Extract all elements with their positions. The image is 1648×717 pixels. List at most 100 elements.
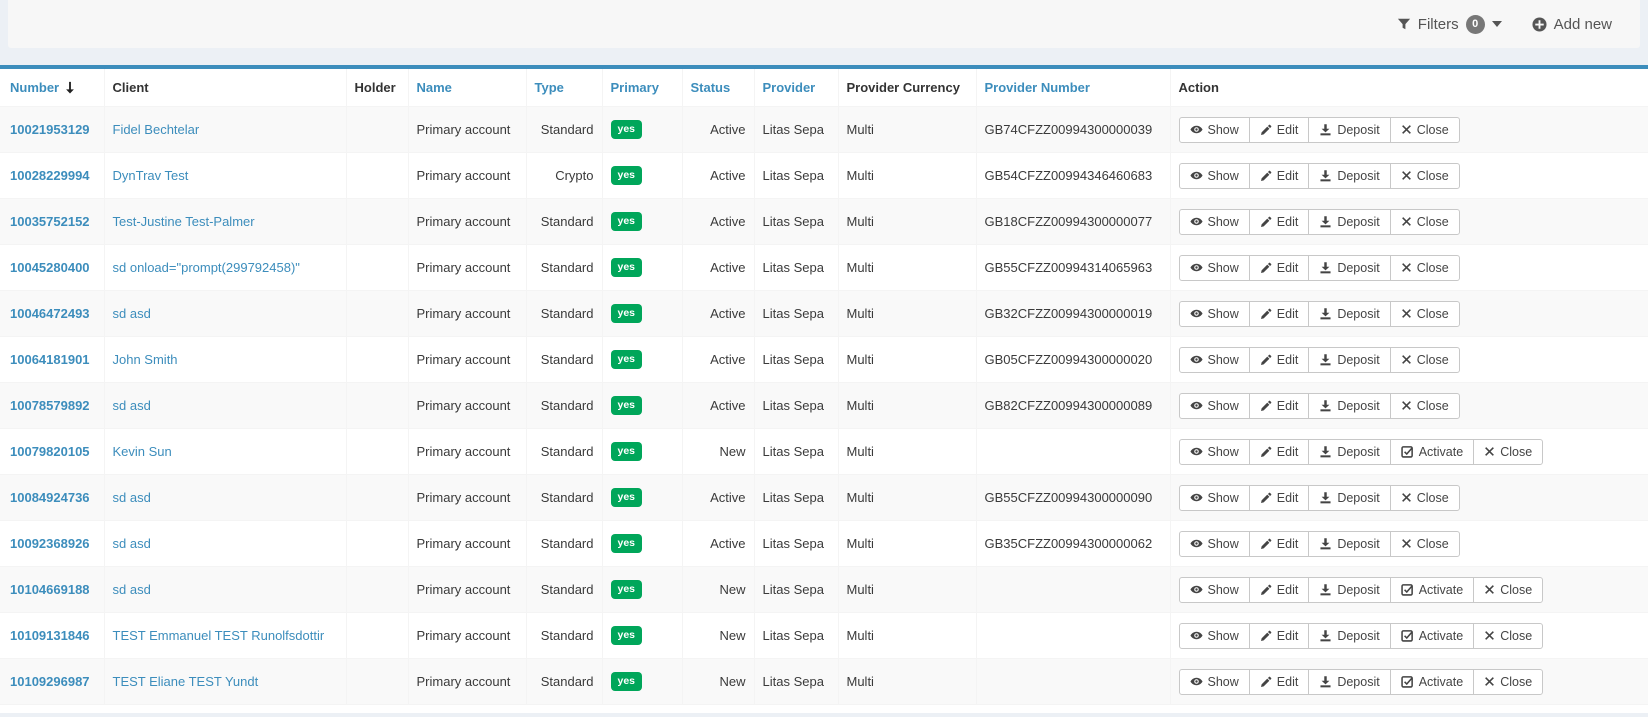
column-header-provider[interactable]: Provider bbox=[754, 69, 838, 107]
account-number-link[interactable]: 10035752152 bbox=[10, 214, 90, 229]
account-number-link[interactable]: 10028229994 bbox=[10, 168, 90, 183]
deposit-button[interactable]: Deposit bbox=[1308, 301, 1390, 327]
close-button[interactable]: Close bbox=[1473, 439, 1543, 465]
account-number-link[interactable]: 10046472493 bbox=[10, 306, 90, 321]
account-number-link[interactable]: 10079820105 bbox=[10, 444, 90, 459]
show-button[interactable]: Show bbox=[1179, 255, 1250, 281]
provider-currency-cell: Multi bbox=[838, 521, 976, 567]
add-new-button[interactable]: Add new bbox=[1532, 16, 1612, 33]
show-button[interactable]: Show bbox=[1179, 209, 1250, 235]
close-button[interactable]: Close bbox=[1390, 531, 1460, 557]
edit-button[interactable]: Edit bbox=[1249, 531, 1310, 557]
deposit-button[interactable]: Deposit bbox=[1308, 393, 1390, 419]
close-button[interactable]: Close bbox=[1473, 623, 1543, 649]
action-button-group: ShowEditDepositClose bbox=[1179, 209, 1460, 235]
account-number-link[interactable]: 10021953129 bbox=[10, 122, 90, 137]
edit-button[interactable]: Edit bbox=[1249, 439, 1310, 465]
client-link[interactable]: TEST Eliane TEST Yundt bbox=[113, 674, 259, 689]
activate-button[interactable]: Activate bbox=[1390, 577, 1474, 603]
edit-button[interactable]: Edit bbox=[1249, 577, 1310, 603]
show-button[interactable]: Show bbox=[1179, 163, 1250, 189]
button-label: Edit bbox=[1277, 629, 1299, 643]
column-header-status[interactable]: Status bbox=[682, 69, 754, 107]
button-label: Edit bbox=[1277, 583, 1299, 597]
account-number-link[interactable]: 10084924736 bbox=[10, 490, 90, 505]
edit-button[interactable]: Edit bbox=[1249, 485, 1310, 511]
show-button[interactable]: Show bbox=[1179, 577, 1250, 603]
deposit-button[interactable]: Deposit bbox=[1308, 623, 1390, 649]
column-header-type[interactable]: Type bbox=[526, 69, 602, 107]
deposit-button[interactable]: Deposit bbox=[1308, 209, 1390, 235]
close-button[interactable]: Close bbox=[1390, 347, 1460, 373]
deposit-button[interactable]: Deposit bbox=[1308, 669, 1390, 695]
activate-button[interactable]: Activate bbox=[1390, 439, 1474, 465]
client-link[interactable]: sd onload="prompt(299792458)" bbox=[113, 260, 300, 275]
client-link[interactable]: sd asd bbox=[113, 582, 151, 597]
deposit-button[interactable]: Deposit bbox=[1308, 577, 1390, 603]
column-header-number[interactable]: Number bbox=[0, 69, 104, 107]
deposit-button[interactable]: Deposit bbox=[1308, 117, 1390, 143]
deposit-button[interactable]: Deposit bbox=[1308, 485, 1390, 511]
close-button[interactable]: Close bbox=[1390, 255, 1460, 281]
edit-button[interactable]: Edit bbox=[1249, 623, 1310, 649]
activate-button[interactable]: Activate bbox=[1390, 669, 1474, 695]
show-button[interactable]: Show bbox=[1179, 531, 1250, 557]
account-number-link[interactable]: 10104669188 bbox=[10, 582, 90, 597]
edit-button[interactable]: Edit bbox=[1249, 255, 1310, 281]
status-cell: Active bbox=[682, 521, 754, 567]
client-link[interactable]: sd asd bbox=[113, 536, 151, 551]
close-button[interactable]: Close bbox=[1390, 209, 1460, 235]
deposit-button[interactable]: Deposit bbox=[1308, 531, 1390, 557]
close-button[interactable]: Close bbox=[1473, 577, 1543, 603]
client-link[interactable]: Kevin Sun bbox=[113, 444, 172, 459]
close-button[interactable]: Close bbox=[1390, 485, 1460, 511]
deposit-button[interactable]: Deposit bbox=[1308, 163, 1390, 189]
account-number-link[interactable]: 10109296987 bbox=[10, 674, 90, 689]
activate-button[interactable]: Activate bbox=[1390, 623, 1474, 649]
show-button[interactable]: Show bbox=[1179, 117, 1250, 143]
edit-button[interactable]: Edit bbox=[1249, 347, 1310, 373]
accounts-table-card: Number Client Holder Name Type Primary S… bbox=[0, 65, 1648, 713]
client-link[interactable]: sd asd bbox=[113, 306, 151, 321]
show-button[interactable]: Show bbox=[1179, 669, 1250, 695]
filters-dropdown[interactable]: Filters 0 bbox=[1397, 15, 1502, 34]
client-link[interactable]: John Smith bbox=[113, 352, 178, 367]
deposit-button[interactable]: Deposit bbox=[1308, 439, 1390, 465]
close-button[interactable]: Close bbox=[1390, 301, 1460, 327]
account-number-link[interactable]: 10109131846 bbox=[10, 628, 90, 643]
client-link[interactable]: sd asd bbox=[113, 398, 151, 413]
account-number-link[interactable]: 10064181901 bbox=[10, 352, 90, 367]
show-button[interactable]: Show bbox=[1179, 485, 1250, 511]
show-button[interactable]: Show bbox=[1179, 439, 1250, 465]
column-header-name[interactable]: Name bbox=[408, 69, 526, 107]
edit-button[interactable]: Edit bbox=[1249, 117, 1310, 143]
edit-button[interactable]: Edit bbox=[1249, 209, 1310, 235]
show-button[interactable]: Show bbox=[1179, 301, 1250, 327]
column-header-provider-number[interactable]: Provider Number bbox=[976, 69, 1170, 107]
deposit-button[interactable]: Deposit bbox=[1308, 255, 1390, 281]
client-link[interactable]: sd asd bbox=[113, 490, 151, 505]
column-header-primary[interactable]: Primary bbox=[602, 69, 682, 107]
client-link[interactable]: TEST Emmanuel TEST Runolfsdottir bbox=[113, 628, 325, 643]
name-cell: Primary account bbox=[408, 337, 526, 383]
account-number-link[interactable]: 10092368926 bbox=[10, 536, 90, 551]
edit-button[interactable]: Edit bbox=[1249, 393, 1310, 419]
close-button[interactable]: Close bbox=[1390, 163, 1460, 189]
edit-button[interactable]: Edit bbox=[1249, 301, 1310, 327]
edit-button[interactable]: Edit bbox=[1249, 669, 1310, 695]
status-cell: Active bbox=[682, 383, 754, 429]
close-button[interactable]: Close bbox=[1390, 393, 1460, 419]
button-label: Activate bbox=[1419, 583, 1463, 597]
client-link[interactable]: Fidel Bechtelar bbox=[113, 122, 200, 137]
deposit-button[interactable]: Deposit bbox=[1308, 347, 1390, 373]
edit-button[interactable]: Edit bbox=[1249, 163, 1310, 189]
show-button[interactable]: Show bbox=[1179, 347, 1250, 373]
account-number-link[interactable]: 10078579892 bbox=[10, 398, 90, 413]
client-link[interactable]: DynTrav Test bbox=[113, 168, 189, 183]
client-link[interactable]: Test-Justine Test-Palmer bbox=[113, 214, 255, 229]
close-button[interactable]: Close bbox=[1390, 117, 1460, 143]
show-button[interactable]: Show bbox=[1179, 623, 1250, 649]
account-number-link[interactable]: 10045280400 bbox=[10, 260, 90, 275]
show-button[interactable]: Show bbox=[1179, 393, 1250, 419]
close-button[interactable]: Close bbox=[1473, 669, 1543, 695]
